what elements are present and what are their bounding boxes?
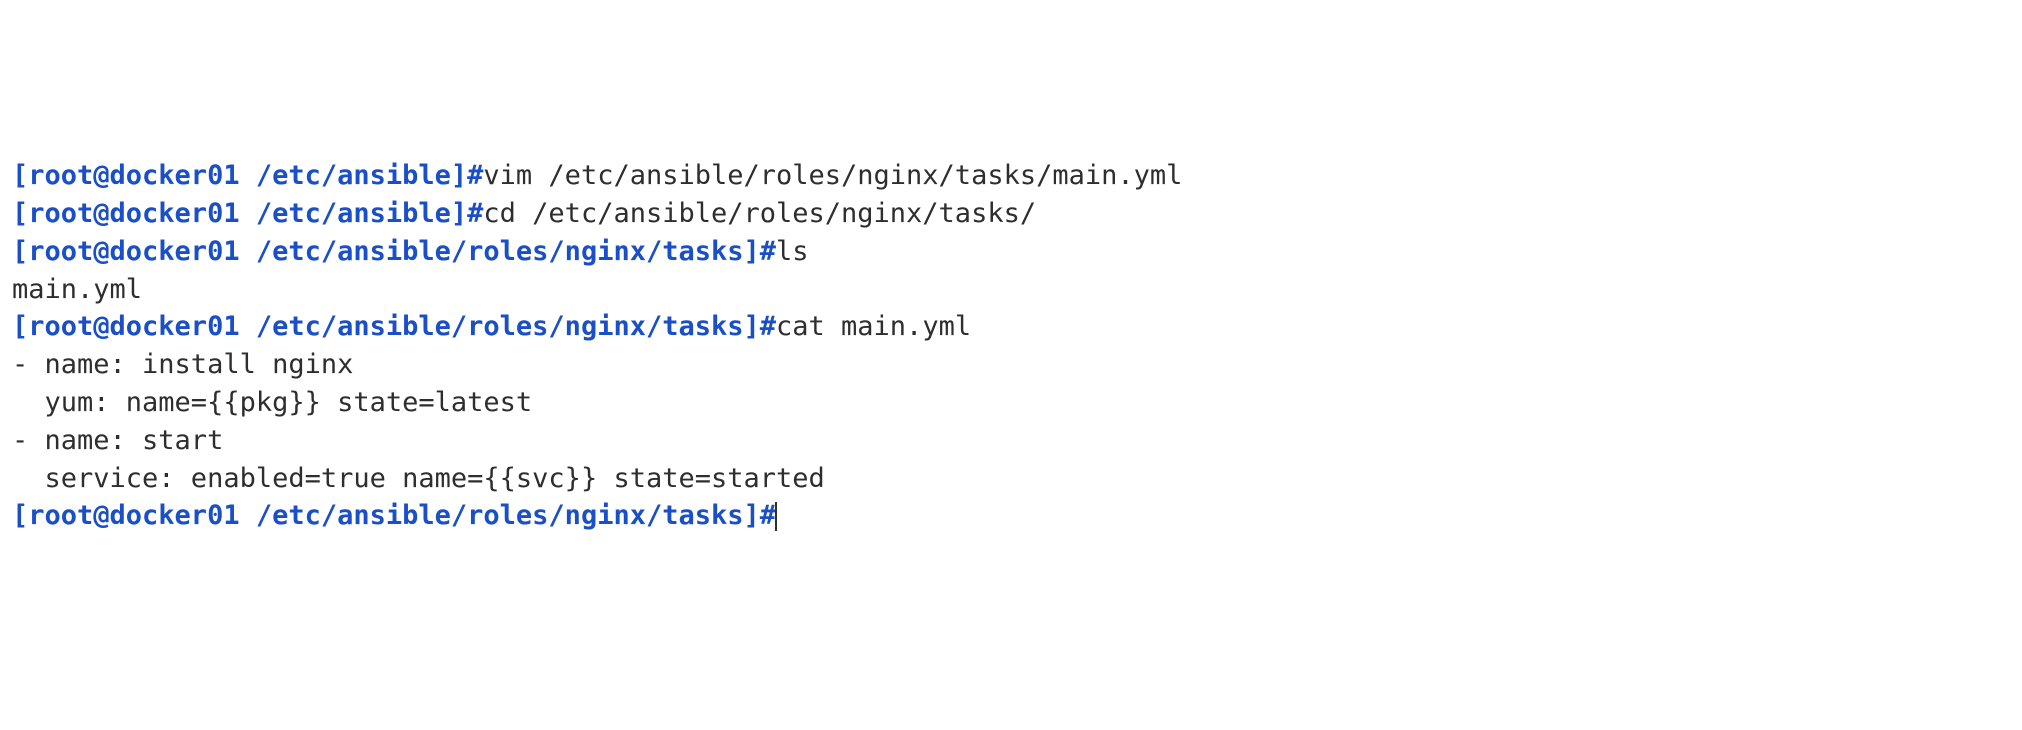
shell-prompt: [root@docker01 /etc/ansible]#	[12, 160, 483, 191]
command-text: vim /etc/ansible/roles/nginx/tasks/main.…	[483, 160, 1182, 191]
terminal-line-10[interactable]: [root@docker01 /etc/ansible/roles/nginx/…	[12, 497, 2010, 535]
terminal-output-line: - name: start	[12, 422, 2010, 460]
shell-prompt: [root@docker01 /etc/ansible/roles/nginx/…	[12, 500, 776, 531]
shell-prompt: [root@docker01 /etc/ansible]#	[12, 198, 483, 229]
terminal-line-2: [root@docker01 /etc/ansible]#cd /etc/ans…	[12, 195, 2010, 233]
terminal-line-1: [root@docker01 /etc/ansible]#vim /etc/an…	[12, 157, 2010, 195]
terminal-output-line: yum: name={{pkg}} state=latest	[12, 384, 2010, 422]
shell-prompt: [root@docker01 /etc/ansible/roles/nginx/…	[12, 236, 776, 267]
terminal-output-line: main.yml	[12, 271, 2010, 309]
command-text: cat main.yml	[776, 311, 971, 342]
terminal-output-line: - name: install nginx	[12, 346, 2010, 384]
terminal-line-5: [root@docker01 /etc/ansible/roles/nginx/…	[12, 308, 2010, 346]
command-text: cd /etc/ansible/roles/nginx/tasks/	[483, 198, 1036, 229]
terminal-output-line: service: enabled=true name={{svc}} state…	[12, 460, 2010, 498]
shell-prompt: [root@docker01 /etc/ansible/roles/nginx/…	[12, 311, 776, 342]
terminal-line-3: [root@docker01 /etc/ansible/roles/nginx/…	[12, 233, 2010, 271]
command-text: ls	[776, 236, 809, 267]
cursor-icon	[775, 502, 777, 532]
